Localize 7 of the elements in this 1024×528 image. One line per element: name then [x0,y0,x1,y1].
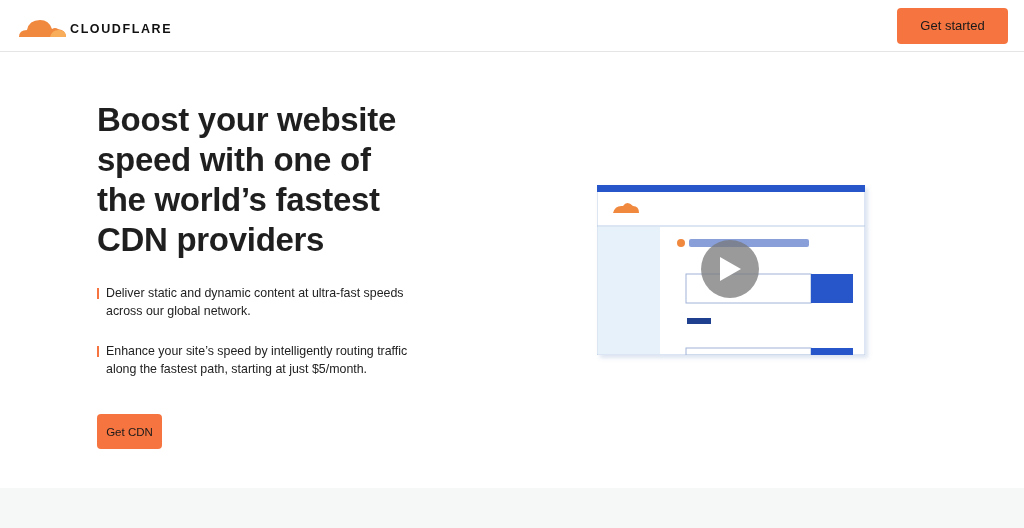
feature-text: Enhance your site’s speed by intelligently routing traffic along the fastest path, starting at just $5/month. [106,343,408,378]
logo-text: CLOUDFLARE [70,21,173,36]
get-cdn-button[interactable]: Get CDN [97,414,162,449]
feature-text: Deliver static and dynamic content at ultra-fast speeds across our global network. [106,285,404,320]
hero-headline: Boost your website speed with one of the world’s fastest CDN providers [97,100,397,260]
get-started-button[interactable]: Get started [897,7,1008,44]
play-icon [718,256,742,282]
